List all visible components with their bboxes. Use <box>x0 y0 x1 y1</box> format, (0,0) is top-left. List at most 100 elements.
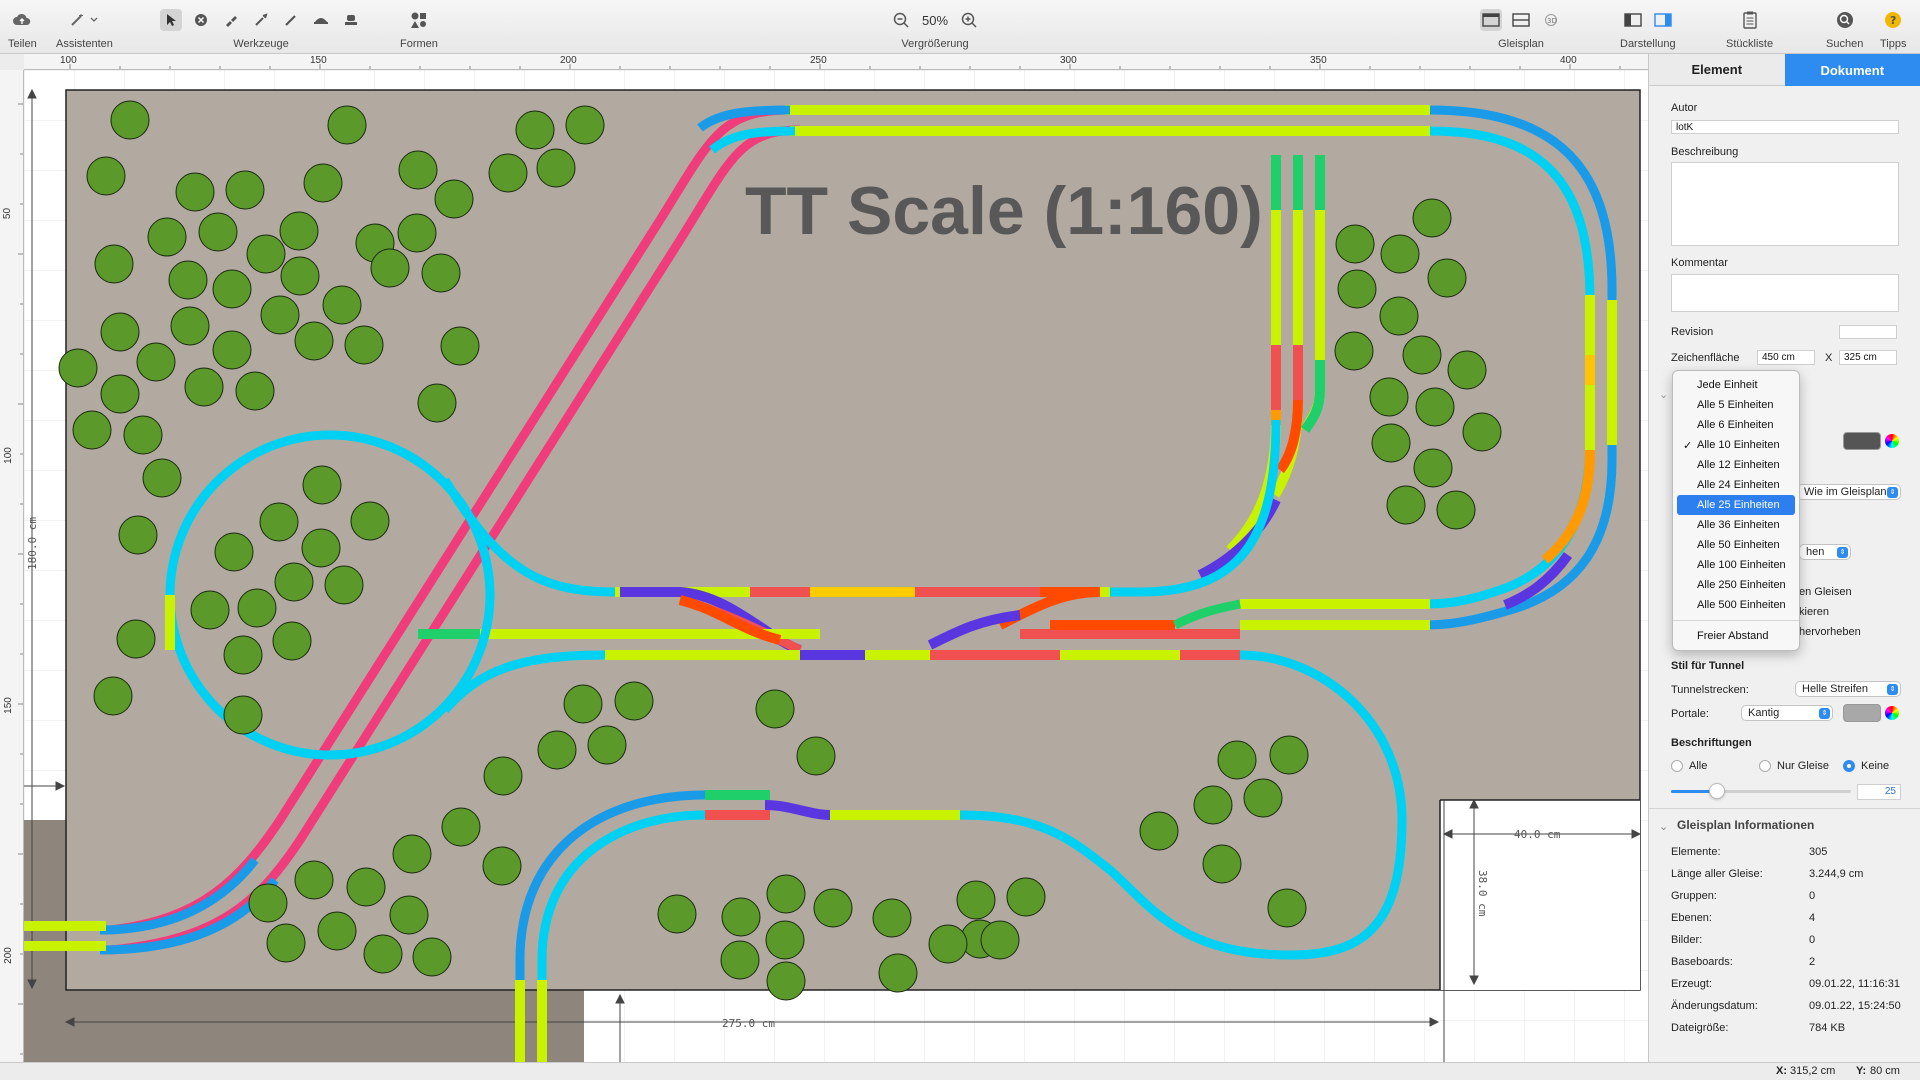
delete-tool-icon[interactable] <box>190 9 212 31</box>
popup-as-in-plan-text: Wie im Gleisplan <box>1804 486 1887 498</box>
menu-item[interactable]: Alle 500 Einheiten <box>1677 595 1795 615</box>
tunnel-tool-icon[interactable] <box>310 9 332 31</box>
menu-item-checked[interactable]: ✓ Alle 10 Einheiten <box>1677 435 1795 455</box>
portals-value: Kantig <box>1748 707 1780 719</box>
portal-color-swatch[interactable] <box>1843 704 1881 722</box>
menu-item[interactable]: Alle 36 Einheiten <box>1677 515 1795 535</box>
right-panel-icon[interactable] <box>1652 9 1674 31</box>
collapse-chevron-icon[interactable]: ⌄ <box>1659 388 1668 401</box>
info-value: 0 <box>1809 934 1816 946</box>
popup-as-in-plan[interactable]: Wie im Gleisplan ⇕ <box>1797 484 1901 500</box>
popup-partial[interactable]: hen ⇕ <box>1799 544 1851 560</box>
plan-split-icon[interactable] <box>1510 9 1532 31</box>
cursor-y-value: 80 cm <box>1870 1065 1900 1077</box>
shapes-group[interactable]: Formen <box>400 6 438 50</box>
ruler-top-label: 150 <box>310 55 327 66</box>
menu-item[interactable]: Jede Einheit <box>1677 375 1795 395</box>
svg-text:?: ? <box>1890 14 1896 27</box>
cloud-upload-icon[interactable] <box>11 9 33 31</box>
menu-item[interactable]: Alle 6 Einheiten <box>1677 415 1795 435</box>
dimension-height-label: 180.0 cm <box>26 517 39 570</box>
pointer-tool-icon[interactable] <box>160 9 182 31</box>
description-field[interactable] <box>1671 162 1899 246</box>
lightbulb-icon[interactable]: ? <box>1882 9 1904 31</box>
author-field[interactable]: lotK <box>1671 120 1899 134</box>
pipette-tool-icon[interactable] <box>250 9 272 31</box>
menu-item-highlighted[interactable]: Alle 25 Einheiten <box>1677 495 1795 515</box>
partslist-label: Stückliste <box>1726 38 1774 50</box>
layout-canvas[interactable]: TT Scale (1:160) 180.0 cm 275.0 cm 40.0 … <box>24 70 1648 1062</box>
dimension-ext-width-label: 40.0 cm <box>1514 828 1561 841</box>
menu-item[interactable]: Alle 100 Einheiten <box>1677 555 1795 575</box>
stamp-tool-icon[interactable] <box>340 9 362 31</box>
radio-tracks-only-label: Nur Gleise <box>1777 760 1829 772</box>
menu-separator <box>1673 620 1799 621</box>
comment-label: Kommentar <box>1671 257 1728 269</box>
search-group[interactable]: Suchen <box>1826 6 1863 50</box>
description-label: Beschreibung <box>1671 146 1739 158</box>
glue-tool-icon[interactable] <box>220 9 242 31</box>
comment-field[interactable] <box>1671 274 1899 312</box>
search-icon[interactable] <box>1834 9 1856 31</box>
info-value: 09.01.22, 11:16:31 <box>1809 978 1900 990</box>
pen-tool-icon[interactable] <box>280 9 302 31</box>
svg-text:3D: 3D <box>1547 17 1557 25</box>
color-wheel-icon[interactable] <box>1885 706 1899 720</box>
drawing-width-field[interactable]: 450 cm <box>1757 350 1815 365</box>
ruler-top-label: 350 <box>1310 55 1327 66</box>
track-plan-drawing[interactable]: TT Scale (1:160) 180.0 cm 275.0 cm 40.0 … <box>24 70 1648 1062</box>
popup-arrows-icon: ⇕ <box>1887 684 1898 695</box>
tab-document[interactable]: Dokument <box>1784 54 1920 86</box>
menu-item-label: Alle 36 Einheiten <box>1697 519 1780 531</box>
menu-item[interactable]: Alle 12 Einheiten <box>1677 455 1795 475</box>
label-size-slider-thumb[interactable] <box>1709 783 1725 799</box>
left-panel-icon[interactable] <box>1622 9 1644 31</box>
tunnel-tracks-popup[interactable]: Helle Streifen ⇕ <box>1795 681 1901 697</box>
label-size-field[interactable]: 25 <box>1857 784 1901 800</box>
assistants-group[interactable]: Assistenten <box>56 6 113 50</box>
tips-group[interactable]: ? Tipps <box>1880 6 1907 50</box>
plan-3d-icon[interactable]: 3D <box>1540 9 1562 31</box>
color-wheel-icon[interactable] <box>1885 434 1899 448</box>
menu-item[interactable]: Alle 250 Einheiten <box>1677 575 1795 595</box>
partslist-group[interactable]: Stückliste <box>1726 6 1773 50</box>
radio-tracks-only[interactable] <box>1759 760 1771 772</box>
ruler-top-label: 200 <box>560 55 577 66</box>
zoom-out-icon[interactable] <box>890 9 912 31</box>
ruler-left-label: 200 <box>2 947 14 964</box>
info-key: Änderungsdatum: <box>1671 1000 1758 1012</box>
label-size-slider-fill <box>1671 790 1713 793</box>
plan-2d-icon[interactable] <box>1480 9 1502 31</box>
info-value: 3.244,9 cm <box>1809 868 1864 880</box>
revision-label: Revision <box>1671 326 1714 338</box>
menu-item[interactable]: Alle 50 Einheiten <box>1677 535 1795 555</box>
menu-item-label: Alle 6 Einheiten <box>1697 419 1774 431</box>
menu-item[interactable]: Alle 5 Einheiten <box>1677 395 1795 415</box>
popup-arrows-icon: ⇕ <box>1887 487 1898 498</box>
shapes-icon[interactable] <box>408 9 430 31</box>
zoom-in-icon[interactable] <box>958 9 980 31</box>
info-chevron-icon[interactable]: ⌄ <box>1659 820 1668 833</box>
clipboard-list-icon[interactable] <box>1739 9 1761 31</box>
ruler-left-label: 100 <box>2 447 14 464</box>
menu-item-label: Jede Einheit <box>1697 379 1758 391</box>
trackplan-group: 3D Gleisplan <box>1480 6 1562 50</box>
menu-item[interactable]: Alle 24 Einheiten <box>1677 475 1795 495</box>
zoom-label: Vergrößerung <box>901 38 969 50</box>
radio-all[interactable] <box>1671 760 1683 772</box>
color-swatch[interactable] <box>1843 432 1881 450</box>
tab-element[interactable]: Element <box>1649 54 1785 86</box>
ruler-left-label: 50 <box>2 207 14 220</box>
portals-popup[interactable]: Kantig ⇕ <box>1741 705 1833 721</box>
layout-title: TT Scale (1:160) <box>745 173 1263 249</box>
labels-heading: Beschriftungen <box>1671 737 1752 749</box>
magic-wand-icon[interactable] <box>67 9 101 31</box>
menu-item-free-spacing[interactable]: Freier Abstand <box>1677 626 1795 646</box>
share-group[interactable]: Teilen <box>8 6 37 50</box>
menu-item-label: Alle 100 Einheiten <box>1697 559 1786 571</box>
radio-none[interactable] <box>1843 760 1855 772</box>
drawing-area-label: Zeichenfläche <box>1671 352 1740 364</box>
revision-field[interactable] <box>1839 325 1897 339</box>
drawing-height-field[interactable]: 325 cm <box>1839 350 1897 365</box>
display-label: Darstellung <box>1620 38 1676 50</box>
